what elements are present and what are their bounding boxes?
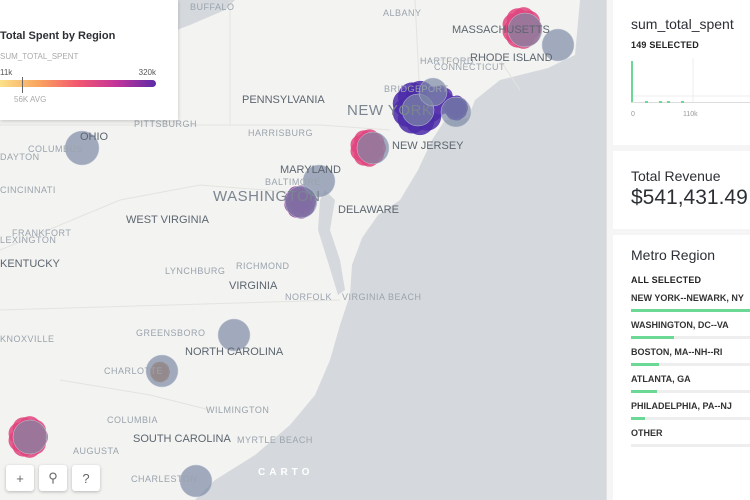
map-label: WILMINGTON [206, 405, 270, 415]
metro-item-label: ATLANTA, GA [631, 374, 691, 384]
histogram-bar [631, 61, 633, 103]
revenue-widget: Total Revenue $541,431.49 [613, 151, 750, 229]
map-label: LYNCHBURG [165, 266, 226, 276]
metro-item-track [631, 309, 750, 312]
ocean [195, 0, 606, 500]
metro-item-bar [631, 309, 750, 312]
carto-attribution[interactable]: CARTO [258, 467, 313, 478]
plus-icon: + [16, 470, 24, 486]
histogram-bar [645, 101, 648, 103]
histogram-bar [667, 101, 670, 103]
help-icon: ? [82, 470, 90, 486]
legend-field: SUM_TOTAL_SPENT [0, 52, 79, 61]
map-label: LEXINGTON [0, 235, 57, 245]
region-circle[interactable] [12, 419, 48, 455]
histogram-title: sum_total_spent [631, 16, 734, 32]
sidebar: sum_total_spent 149 SELECTED 0 110k Tota… [606, 0, 750, 500]
metro-item[interactable]: OTHER [631, 428, 750, 447]
metro-item[interactable]: NEW YORK--NEWARK, NY [631, 293, 750, 312]
map-label: DAYTON [0, 152, 40, 162]
map-label: AUGUSTA [73, 446, 120, 456]
map-label: CHARLESTON [131, 474, 198, 484]
map-label: MASSACHUSETTS [452, 24, 550, 36]
avg-tick [22, 77, 23, 93]
map-label: COLUMBIA [107, 415, 159, 425]
map-label: WASHINGTON [213, 188, 321, 205]
metro-item-bar [631, 336, 675, 339]
legend-max: 320k [138, 68, 156, 77]
map-label: NEW YORK [347, 102, 433, 119]
revenue-title: Total Revenue [631, 168, 721, 184]
axis-mid: 110k [683, 111, 698, 118]
map[interactable]: BUFFALO ALBANY MASSACHUSETTS RHODE ISLAND HA… [0, 0, 606, 500]
map-label: CONNECTICUT [434, 62, 505, 72]
metro-item-label: OTHER [631, 428, 663, 438]
metro-status: ALL SELECTED [631, 275, 702, 285]
metro-item-label: WASHINGTON, DC--VA [631, 320, 729, 330]
metro-item[interactable]: BOSTON, MA--NH--RI [631, 347, 750, 366]
search-button[interactable]: ⚲ [39, 465, 67, 491]
map-label: KNOXVILLE [0, 334, 55, 344]
metro-item[interactable]: PHILADELPHIA, PA--NJ [631, 401, 750, 420]
map-label: PITTSBURGH [134, 119, 198, 129]
map-label: SOUTH CAROLINA [133, 433, 231, 445]
metro-item-bar [631, 390, 658, 393]
map-label: WEST VIRGINIA [126, 214, 209, 226]
map-label: PENNSYLVANIA [242, 94, 325, 106]
map-label: DELAWARE [338, 204, 399, 216]
axis-min: 0 [631, 111, 635, 118]
histogram-status: 149 SELECTED [631, 40, 699, 50]
map-label: KENTUCKY [0, 258, 60, 270]
histogram-bar [659, 101, 662, 103]
map-label: VIRGINIA [229, 280, 278, 292]
metro-item-bar [631, 363, 659, 366]
metro-item-bar [631, 417, 646, 420]
histogram-bar [681, 101, 684, 103]
legend-gradient-bar [0, 77, 156, 93]
zoom-in-button[interactable]: + [6, 465, 34, 491]
metro-item[interactable]: WASHINGTON, DC--VA [631, 320, 750, 339]
map-label: BRIDGEPORT [384, 84, 449, 94]
map-label: BUFFALO [190, 2, 235, 12]
legend: Total Spent by Region SUM_TOTAL_SPENT 11… [0, 0, 178, 120]
metro-widget: Metro Region ALL SELECTED NEW YORK--NEWA… [613, 235, 750, 500]
map-label: GREENSBORO [136, 328, 206, 338]
metro-item-label: PHILADELPHIA, PA--NJ [631, 401, 732, 411]
metro-item[interactable]: ATLANTA, GA [631, 374, 750, 393]
region-circle[interactable] [440, 96, 472, 128]
legend-min: 11k [0, 68, 13, 77]
metro-list: NEW YORK--NEWARK, NY WASHINGTON, DC--VA BO… [631, 293, 750, 447]
map-label: NORFOLK [285, 292, 333, 302]
revenue-value: $541,431.49 [631, 186, 748, 209]
metro-item-label: BOSTON, MA--NH--RI [631, 347, 723, 357]
metro-item-track [631, 417, 750, 420]
map-label: MYRTLE BEACH [237, 435, 313, 445]
map-label: CINCINNATI [0, 185, 56, 195]
map-label: BALTIMORE [265, 177, 321, 187]
metro-item-track [631, 336, 750, 339]
map-label: NEW JERSEY [392, 140, 464, 152]
search-icon: ⚲ [48, 470, 58, 485]
histogram-chart[interactable]: 0 110k [631, 58, 750, 118]
map-label: ALBANY [383, 8, 422, 18]
histogram-widget: sum_total_spent 149 SELECTED 0 110k [613, 0, 750, 145]
region-circle[interactable] [356, 131, 390, 165]
map-label: VIRGINIA BEACH [342, 292, 422, 302]
map-label: CHARLOTTE [104, 366, 164, 376]
metro-item-track [631, 390, 750, 393]
metro-item-track [631, 444, 750, 447]
map-label: HARRISBURG [248, 128, 314, 138]
legend-avg: 56K AVG [14, 95, 47, 104]
legend-title: Total Spent by Region [0, 30, 116, 42]
help-button[interactable]: ? [72, 465, 100, 491]
metro-item-track [631, 363, 750, 366]
metro-title: Metro Region [631, 247, 716, 263]
metro-item-label: NEW YORK--NEWARK, NY [631, 293, 744, 303]
map-label: RICHMOND [236, 261, 290, 271]
map-label: MARYLAND [280, 164, 341, 176]
map-label: OHIO [80, 131, 109, 143]
map-label: NORTH CAROLINA [185, 346, 284, 358]
